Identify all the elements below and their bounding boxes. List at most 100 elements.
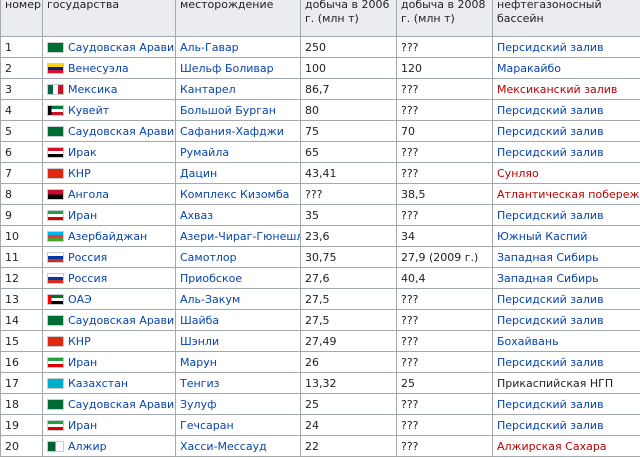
cell-number: 5 — [0, 120, 43, 142]
cell-basin: Персидский залив — [492, 99, 640, 121]
field-link[interactable]: Марун — [180, 356, 217, 369]
basin-link[interactable]: Персидский залив — [497, 125, 604, 138]
cell-production-2008: ??? — [396, 393, 493, 415]
basin-link[interactable]: Персидский залив — [497, 314, 604, 327]
header-basin[interactable]: нефтегазоносный бассейн — [492, 0, 640, 37]
country-link[interactable]: ОАЭ — [68, 293, 92, 306]
country-link[interactable]: Россия — [68, 272, 107, 285]
cell-production-2008: ??? — [396, 36, 493, 58]
table-row: 19 Иран Гечсаран 24??? Персидский залив — [0, 414, 640, 436]
cell-country: Азербайджан — [42, 225, 176, 247]
country-link[interactable]: Россия — [68, 251, 107, 264]
country-link[interactable]: КНР — [68, 335, 91, 348]
country-link[interactable]: Венесуэла — [68, 62, 129, 75]
field-link[interactable]: Приобское — [180, 272, 242, 285]
country-link[interactable]: Ирак — [68, 146, 97, 159]
cell-production-2008: 34 — [396, 225, 493, 247]
basin-link[interactable]: Маракайбо — [497, 62, 561, 75]
cell-number: 10 — [0, 225, 43, 247]
cell-field: Тенгиз — [175, 372, 301, 394]
country-link[interactable]: Саудовская Аравия — [68, 314, 175, 327]
country-link[interactable]: Алжир — [68, 440, 107, 453]
cell-number: 19 — [0, 414, 43, 436]
field-link[interactable]: Шэнли — [180, 335, 219, 348]
cell-production-2008: 40,4 — [396, 267, 493, 289]
cell-field: Гечсаран — [175, 414, 301, 436]
basin-link[interactable]: Сунляо — [497, 167, 539, 180]
basin-link[interactable]: Персидский залив — [497, 41, 604, 54]
table-row: 12 Россия Приобское 27,6 40,4 Западная Сибирь — [0, 267, 640, 289]
basin-link[interactable]: Мексиканский залив — [497, 83, 617, 96]
cell-basin: Алжирская Сахара — [492, 435, 640, 457]
field-link[interactable]: Тенгиз — [180, 377, 219, 390]
field-link[interactable]: Комплекс Кизомба — [180, 188, 289, 201]
cell-basin: Персидский залив — [492, 120, 640, 142]
basin-link[interactable]: Южный Каспий — [497, 230, 587, 243]
country-link[interactable]: Иран — [68, 209, 97, 222]
cell-field: Азери-Чираг-Гюнешли — [175, 225, 301, 247]
header-production-2008[interactable]: добыча в 2008 г. (млн т) — [396, 0, 493, 37]
mx-flag-icon — [47, 83, 64, 95]
country-link[interactable]: Казахстан — [68, 377, 128, 390]
field-link[interactable]: Самотлор — [180, 251, 237, 264]
cell-production-2006: 27,5 — [300, 288, 397, 310]
cn-flag-icon — [47, 167, 64, 179]
cell-country: Саудовская Аравия — [42, 309, 176, 331]
country-link[interactable]: Иран — [68, 356, 97, 369]
basin-link[interactable]: Западная Сибирь — [497, 272, 599, 285]
field-link[interactable]: Сафания-Хафджи — [180, 125, 284, 138]
country-link[interactable]: Мексика — [68, 83, 117, 96]
field-link[interactable]: Румайла — [180, 146, 229, 159]
header-production-2006[interactable]: добыча в 2006 г. (млн т) — [300, 0, 397, 37]
basin-link[interactable]: Бохайвань — [497, 335, 559, 348]
basin-link[interactable]: Персидский залив — [497, 356, 604, 369]
field-link[interactable]: Аль-Закум — [180, 293, 240, 306]
cell-number: 17 — [0, 372, 43, 394]
field-link[interactable]: Шельф Боливар — [180, 62, 274, 75]
field-link[interactable]: Хасси-Мессауд — [180, 440, 267, 453]
basin-link[interactable]: Персидский залив — [497, 104, 604, 117]
field-link[interactable]: Азери-Чираг-Гюнешли — [180, 230, 300, 243]
field-link[interactable]: Зулуф — [180, 398, 217, 411]
country-link[interactable]: Саудовская Аравия — [68, 398, 175, 411]
field-link[interactable]: Большой Бурган — [180, 104, 276, 117]
field-link[interactable]: Шайба — [180, 314, 219, 327]
basin-link[interactable]: Персидский залив — [497, 293, 604, 306]
field-link[interactable]: Дацин — [180, 167, 217, 180]
basin-link[interactable]: Алжирская Сахара — [497, 440, 607, 453]
country-link[interactable]: Саудовская Аравия — [68, 125, 175, 138]
cell-number: 7 — [0, 162, 43, 184]
field-link[interactable]: Аль-Гавар — [180, 41, 239, 54]
ve-flag-icon — [47, 62, 64, 74]
basin-link[interactable]: Прикаспийская НГП — [497, 377, 613, 390]
cell-production-2006: 27,6 — [300, 267, 397, 289]
ru-flag-icon — [47, 251, 64, 263]
field-link[interactable]: Кантарел — [180, 83, 236, 96]
iq-flag-icon — [47, 146, 64, 158]
field-link[interactable]: Ахваз — [180, 209, 213, 222]
header-field[interactable]: месторождение — [175, 0, 301, 37]
ao-flag-icon — [47, 188, 64, 200]
header-country[interactable]: государства — [42, 0, 176, 37]
country-link[interactable]: КНР — [68, 167, 91, 180]
cell-production-2008: ??? — [396, 162, 493, 184]
country-link[interactable]: Кувейт — [68, 104, 109, 117]
cell-number: 20 — [0, 435, 43, 457]
basin-link[interactable]: Персидский залив — [497, 419, 604, 432]
basin-link[interactable]: Персидский залив — [497, 146, 604, 159]
basin-link[interactable]: Западная Сибирь — [497, 251, 599, 264]
country-link[interactable]: Саудовская Аравия — [68, 41, 175, 54]
field-link[interactable]: Гечсаран — [180, 419, 234, 432]
basin-link[interactable]: Атлантическая побережье — [497, 188, 640, 201]
country-link[interactable]: Азербайджан — [68, 230, 147, 243]
basin-link[interactable]: Персидский залив — [497, 209, 604, 222]
country-link[interactable]: Иран — [68, 419, 97, 432]
cell-country: Россия — [42, 246, 176, 268]
cell-field: Сафания-Хафджи — [175, 120, 301, 142]
header-number[interactable]: номер — [0, 0, 43, 37]
cell-number: 4 — [0, 99, 43, 121]
cell-production-2008: 120 — [396, 57, 493, 79]
basin-link[interactable]: Персидский залив — [497, 398, 604, 411]
country-link[interactable]: Ангола — [68, 188, 109, 201]
cell-country: Ирак — [42, 141, 176, 163]
